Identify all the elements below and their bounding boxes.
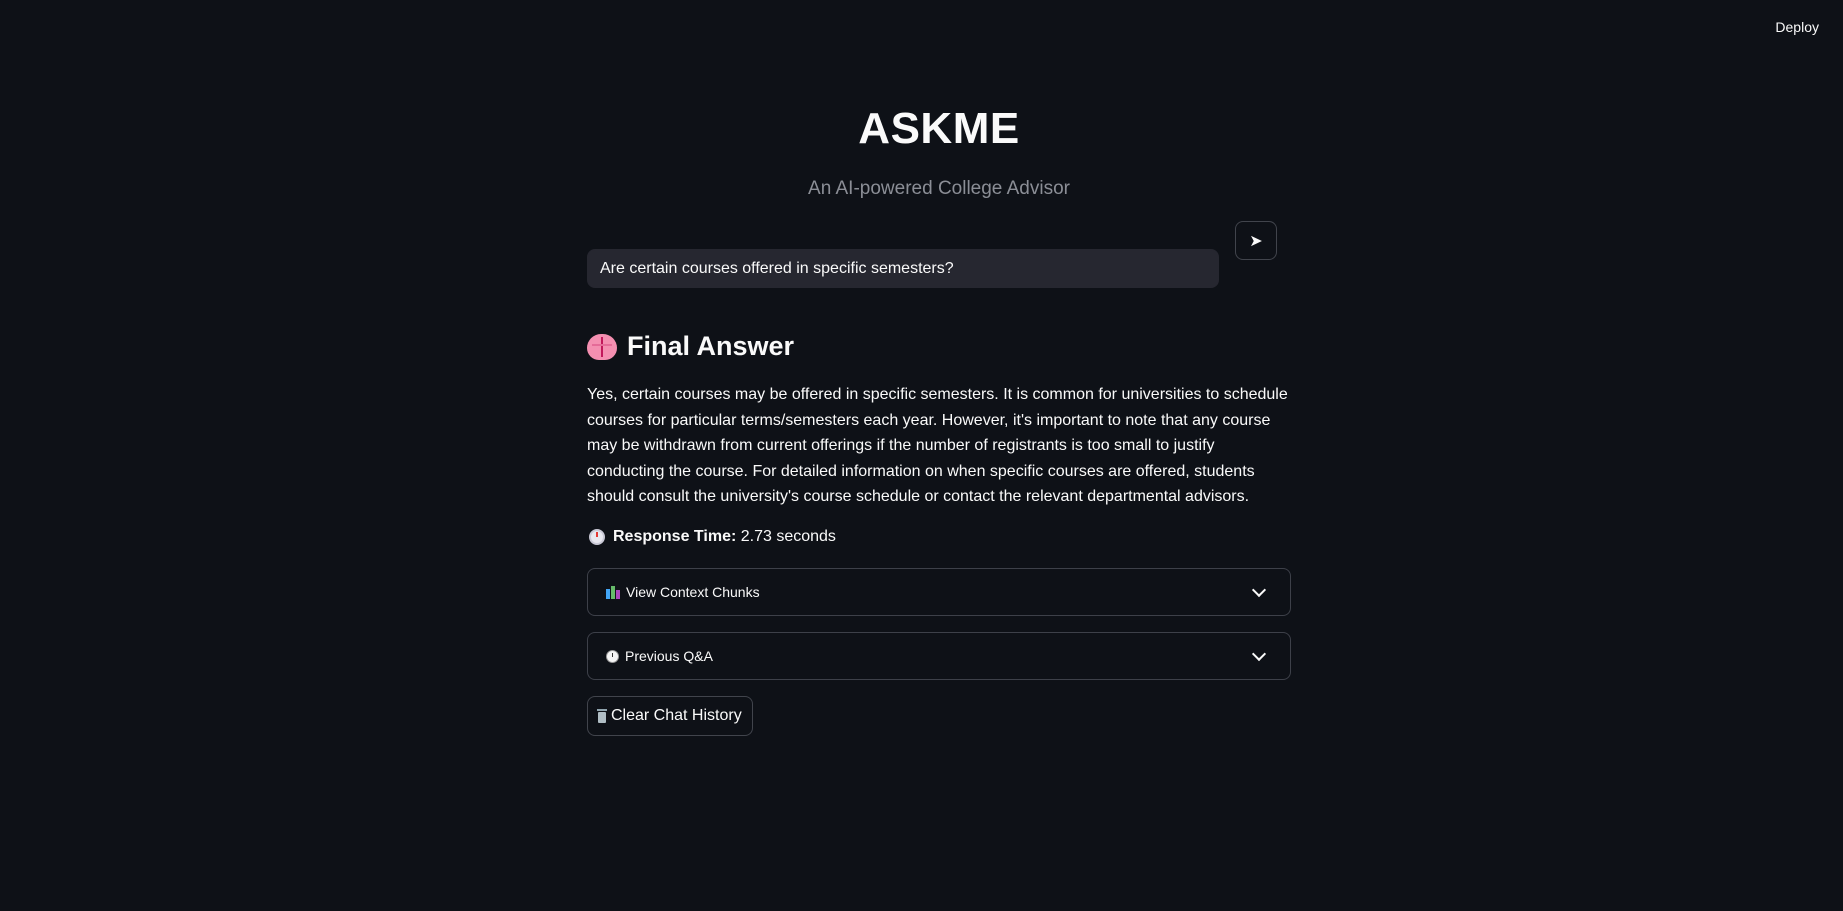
response-time-value: 2.73 seconds [740,528,836,545]
previous-qa-expander[interactable]: Previous Q&A [587,632,1291,680]
clear-chat-history-label: Clear Chat History [611,707,742,724]
deploy-button[interactable]: Deploy [1769,15,1825,39]
context-chunks-label: View Context Chunks [626,584,760,600]
send-arrow-icon: ➤ [1249,232,1263,250]
clear-chat-history-button[interactable]: Clear Chat History [587,696,753,736]
context-chunks-expander[interactable]: View Context Chunks [587,568,1291,616]
app-title: ASKME [858,104,1020,153]
clock-icon [606,649,619,663]
question-input[interactable] [587,249,1219,288]
final-answer-heading-text: Final Answer [627,331,795,361]
app-subtitle: An AI-powered College Advisor [808,178,1070,199]
chevron-down-icon [1251,646,1267,661]
send-button[interactable]: ➤ [1235,221,1277,260]
previous-qa-label: Previous Q&A [625,648,713,664]
stopwatch-icon [589,529,605,545]
response-time: Response Time: 2.73 seconds [589,528,836,546]
final-answer-heading: Final Answer [587,331,794,362]
trash-icon [597,708,607,723]
chevron-down-icon [1251,582,1267,597]
response-time-label: Response Time: [613,528,737,545]
answer-text: Yes, certain courses may be offered in s… [587,386,1288,506]
brain-icon [587,333,617,360]
books-icon [606,585,620,599]
